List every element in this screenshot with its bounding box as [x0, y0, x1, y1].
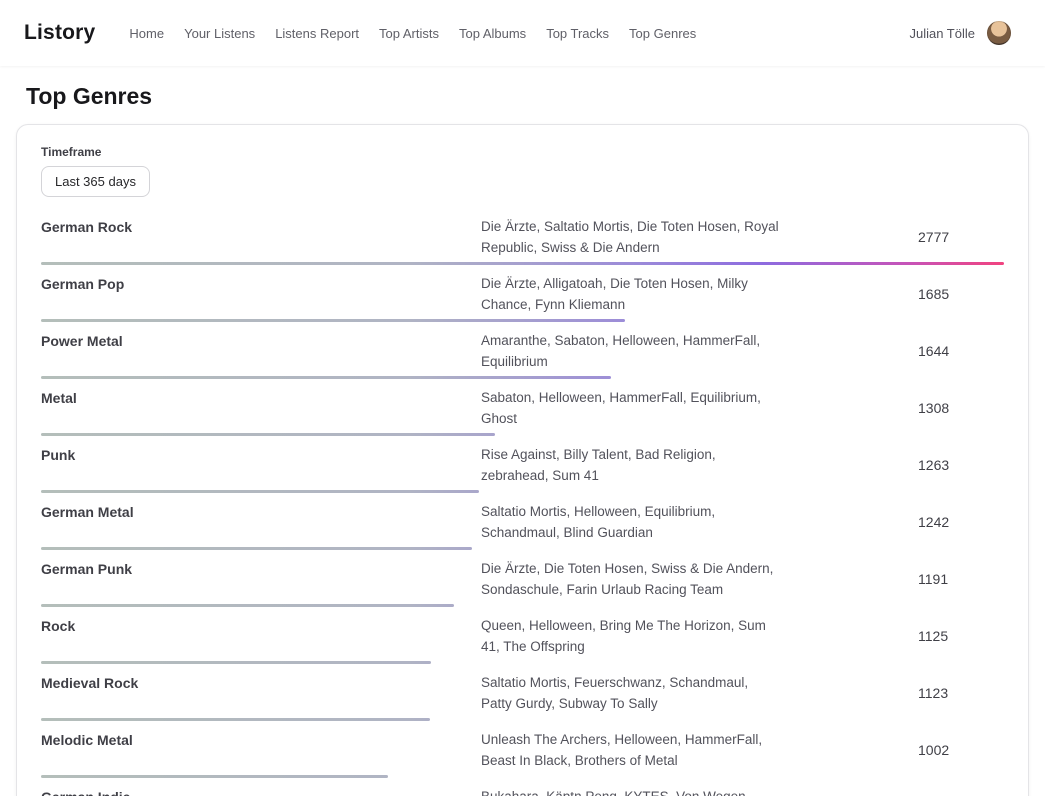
genre-artists: Sabaton, Helloween, HammerFall, Equilibr… — [481, 387, 781, 429]
page-title: Top Genres — [26, 83, 1029, 110]
genre-name: Melodic Metal — [41, 729, 481, 750]
genre-count: 1125 — [918, 628, 1004, 644]
genre-bar-gradient — [41, 775, 388, 778]
genre-name: German Punk — [41, 558, 481, 579]
genre-row[interactable]: Power Metal Amaranthe, Sabaton, Hellowee… — [41, 325, 1004, 382]
genre-count: 2777 — [918, 229, 1004, 245]
genre-name: Metal — [41, 387, 481, 408]
nav-item-your-listens[interactable]: Your Listens — [176, 20, 263, 47]
user-avatar[interactable] — [987, 21, 1011, 45]
genre-artists: Queen, Helloween, Bring Me The Horizon, … — [481, 615, 781, 657]
top-genres-card: Timeframe Last 365 days German Rock Die … — [16, 124, 1029, 796]
timeframe-filter: Timeframe Last 365 days — [41, 145, 1004, 197]
genre-row[interactable]: Rock Queen, Helloween, Bring Me The Hori… — [41, 610, 1004, 667]
nav-item-listens-report[interactable]: Listens Report — [267, 20, 367, 47]
genre-row[interactable]: German Metal Saltatio Mortis, Helloween,… — [41, 496, 1004, 553]
nav-item-top-genres[interactable]: Top Genres — [621, 20, 704, 47]
genre-count: 1644 — [918, 343, 1004, 359]
genre-bar-fill — [41, 262, 1004, 265]
nav-item-home[interactable]: Home — [121, 20, 172, 47]
genre-count: 1308 — [918, 400, 1004, 416]
genre-bar-fill — [41, 433, 495, 436]
genre-name: German Indie — [41, 786, 481, 796]
genre-artists: Die Ärzte, Alligatoah, Die Toten Hosen, … — [481, 273, 781, 315]
genre-artists: Rise Against, Billy Talent, Bad Religion… — [481, 444, 781, 486]
nav-item-top-tracks[interactable]: Top Tracks — [538, 20, 617, 47]
genre-bar-fill — [41, 661, 431, 664]
genre-name: German Metal — [41, 501, 481, 522]
main-nav: HomeYour ListensListens ReportTop Artist… — [121, 20, 704, 47]
genre-name: Medieval Rock — [41, 672, 481, 693]
genre-name: German Pop — [41, 273, 481, 294]
genre-bar-fill — [41, 775, 388, 778]
genre-artists: Die Ärzte, Saltatio Mortis, Die Toten Ho… — [481, 216, 781, 258]
genre-bar — [41, 718, 1004, 721]
genre-count: 1242 — [918, 514, 1004, 530]
navbar: Listory HomeYour ListensListens ReportTo… — [0, 0, 1045, 66]
timeframe-select[interactable]: Last 365 days — [41, 166, 150, 197]
genre-bar-fill — [41, 547, 472, 550]
genre-row[interactable]: German Pop Die Ärzte, Alligatoah, Die To… — [41, 268, 1004, 325]
genre-artists: Amaranthe, Sabaton, Helloween, HammerFal… — [481, 330, 781, 372]
app-logo[interactable]: Listory — [24, 21, 95, 45]
genre-bar — [41, 604, 1004, 607]
genre-bar-gradient — [41, 547, 472, 550]
genre-artists: Die Ärzte, Die Toten Hosen, Swiss & Die … — [481, 558, 781, 600]
genre-bar — [41, 262, 1004, 265]
genre-bar-fill — [41, 718, 430, 721]
genre-artists: Saltatio Mortis, Feuerschwanz, Schandmau… — [481, 672, 781, 714]
genre-row[interactable]: German Indie Bukahara, Käptn Peng, KYTES… — [41, 781, 1004, 796]
genre-count: 1123 — [918, 685, 1004, 701]
genre-bar-gradient — [41, 319, 625, 322]
genre-row[interactable]: Metal Sabaton, Helloween, HammerFall, Eq… — [41, 382, 1004, 439]
genre-row[interactable]: Medieval Rock Saltatio Mortis, Feuerschw… — [41, 667, 1004, 724]
genre-bar-gradient — [41, 661, 431, 664]
genre-bar-fill — [41, 376, 611, 379]
genre-bar-gradient — [41, 718, 430, 721]
nav-item-top-albums[interactable]: Top Albums — [451, 20, 534, 47]
genre-row[interactable]: German Punk Die Ärzte, Die Toten Hosen, … — [41, 553, 1004, 610]
genre-row[interactable]: German Rock Die Ärzte, Saltatio Mortis, … — [41, 211, 1004, 268]
genre-bar — [41, 775, 1004, 778]
user-name[interactable]: Julian Tölle — [909, 26, 975, 41]
genre-bar — [41, 319, 1004, 322]
page-content: Top Genres Timeframe Last 365 days Germa… — [0, 83, 1045, 796]
genre-bar — [41, 376, 1004, 379]
genre-bar — [41, 661, 1004, 664]
genre-bar-gradient — [41, 604, 454, 607]
genre-bar-fill — [41, 604, 454, 607]
genre-list: German Rock Die Ärzte, Saltatio Mortis, … — [41, 211, 1004, 796]
genre-count: 1191 — [918, 571, 1004, 587]
genre-artists: Bukahara, Käptn Peng, KYTES, Von Wegen L… — [481, 786, 781, 796]
genre-name: German Rock — [41, 216, 481, 237]
genre-name: Punk — [41, 444, 481, 465]
genre-count: 1685 — [918, 286, 1004, 302]
genre-artists: Saltatio Mortis, Helloween, Equilibrium,… — [481, 501, 781, 543]
genre-artists: Unleash The Archers, Helloween, HammerFa… — [481, 729, 781, 771]
genre-name: Rock — [41, 615, 481, 636]
genre-bar-gradient — [41, 376, 611, 379]
genre-bar-fill — [41, 490, 479, 493]
genre-bar-gradient — [41, 262, 1004, 265]
genre-bar — [41, 490, 1004, 493]
genre-row[interactable]: Punk Rise Against, Billy Talent, Bad Rel… — [41, 439, 1004, 496]
nav-item-top-artists[interactable]: Top Artists — [371, 20, 447, 47]
genre-name: Power Metal — [41, 330, 481, 351]
genre-bar — [41, 433, 1004, 436]
genre-count: 1263 — [918, 457, 1004, 473]
genre-bar-fill — [41, 319, 625, 322]
genre-bar — [41, 547, 1004, 550]
genre-bar-gradient — [41, 433, 495, 436]
genre-row[interactable]: Melodic Metal Unleash The Archers, Hello… — [41, 724, 1004, 781]
genre-bar-gradient — [41, 490, 479, 493]
timeframe-label: Timeframe — [41, 145, 1004, 159]
genre-count: 1002 — [918, 742, 1004, 758]
user-menu: Julian Tölle — [909, 21, 1011, 45]
